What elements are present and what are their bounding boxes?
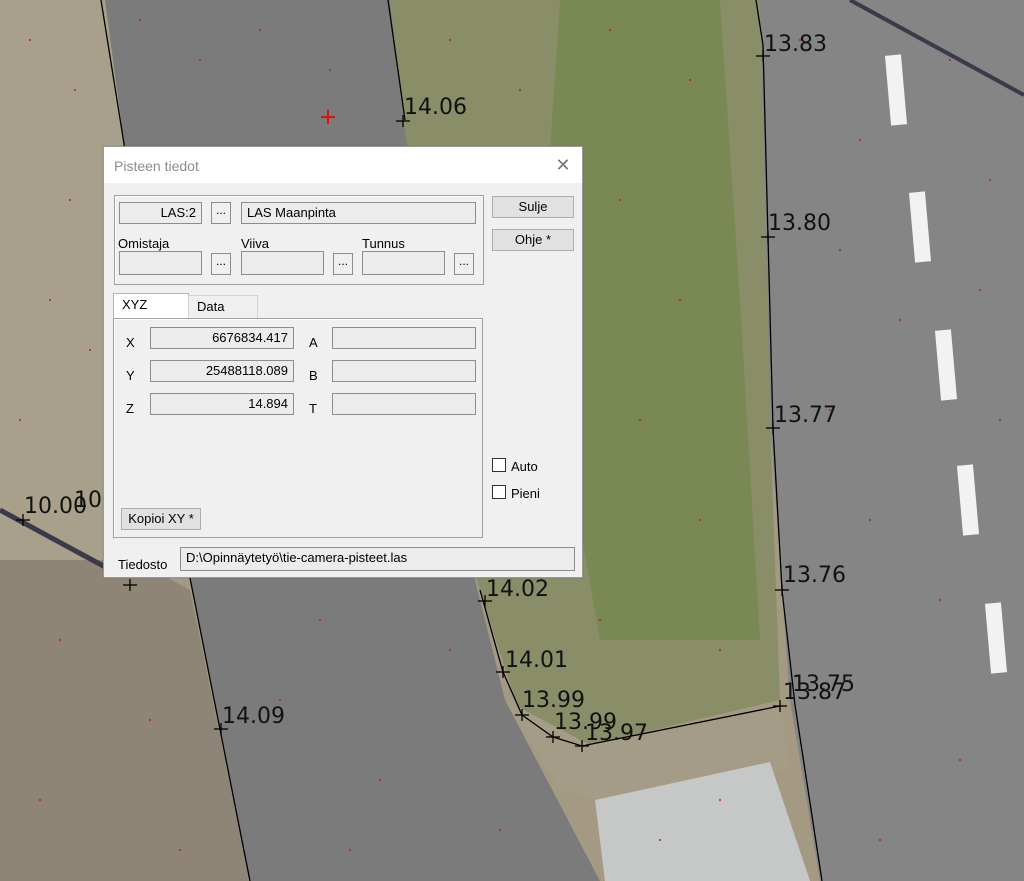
elevation-label: 13.80 — [768, 211, 831, 236]
z-label: Z — [126, 401, 134, 416]
owner-browse-button[interactable]: ... — [211, 253, 231, 275]
tab-xyz[interactable]: XYZ — [113, 293, 189, 319]
dialog-titlebar[interactable]: Pisteen tiedot ✕ — [104, 147, 582, 183]
elevation-label: 14.09 — [222, 704, 285, 729]
elevation-label: 13.83 — [764, 32, 827, 57]
t-label: T — [309, 401, 317, 416]
auto-checkbox[interactable] — [492, 458, 506, 472]
file-label: Tiedosto — [118, 557, 168, 572]
elevation-label: 13.99 — [522, 688, 585, 713]
elevation-label: 14.06 — [404, 95, 467, 120]
y-field[interactable]: 25488118.089 — [150, 360, 294, 382]
b-label: B — [309, 368, 318, 383]
point-info-dialog: Pisteen tiedot ✕ LAS:2 ... LAS Maanpinta… — [103, 146, 583, 578]
id-field[interactable] — [362, 251, 445, 275]
tab-data[interactable]: Data — [188, 295, 258, 319]
a-field[interactable] — [332, 327, 476, 349]
line-field[interactable] — [241, 251, 324, 275]
owner-label: Omistaja — [118, 236, 170, 251]
class-browse-button[interactable]: ... — [211, 202, 231, 224]
line-browse-button[interactable]: ... — [333, 253, 353, 275]
road-right — [760, 0, 1024, 881]
class-field[interactable]: LAS:2 — [119, 202, 202, 224]
copy-xy-button[interactable]: Kopioi XY * — [121, 508, 201, 530]
close-icon[interactable]: ✕ — [550, 153, 576, 177]
owner-field[interactable] — [119, 251, 202, 275]
small-checkbox[interactable] — [492, 485, 506, 499]
class-name-field[interactable]: LAS Maanpinta — [241, 202, 476, 224]
y-label: Y — [126, 368, 135, 383]
elevation-label: 10 — [74, 488, 102, 513]
x-field[interactable]: 6676834.417 — [150, 327, 294, 349]
close-button[interactable]: Sulje — [492, 196, 574, 218]
elevation-label: 14.02 — [486, 577, 549, 602]
t-field[interactable] — [332, 393, 476, 415]
b-field[interactable] — [332, 360, 476, 382]
elevation-label: 13.76 — [783, 563, 846, 588]
help-button[interactable]: Ohje * — [492, 229, 574, 251]
small-label: Pieni — [511, 486, 540, 501]
x-label: X — [126, 335, 135, 350]
auto-label: Auto — [511, 459, 538, 474]
id-browse-button[interactable]: ... — [454, 253, 474, 275]
line-label: Viiva — [241, 236, 269, 251]
z-field[interactable]: 14.894 — [150, 393, 294, 415]
elevation-label: 13.77 — [774, 403, 837, 428]
file-path-field[interactable]: D:\Opinnäytetyö\tie-camera-pisteet.las — [180, 547, 575, 571]
id-label: Tunnus — [362, 236, 405, 251]
xyz-panel — [113, 318, 483, 538]
elevation-label: 13.87 — [783, 680, 846, 705]
elevation-label: 14.01 — [505, 648, 568, 673]
a-label: A — [309, 335, 318, 350]
dialog-title: Pisteen tiedot — [114, 158, 199, 174]
elevation-label: 13.97 — [585, 721, 648, 746]
